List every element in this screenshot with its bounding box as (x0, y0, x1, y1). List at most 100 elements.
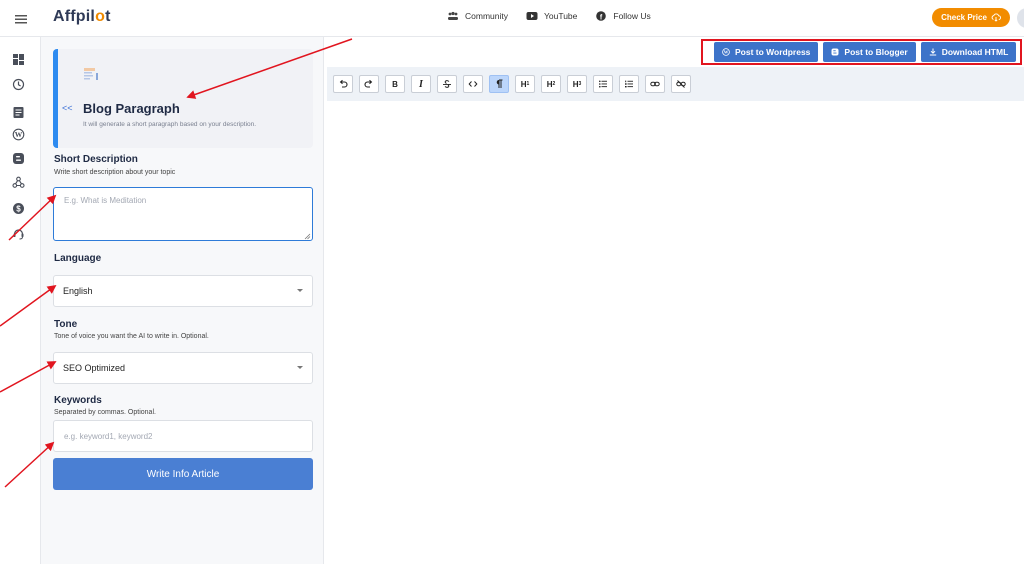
wordpress-icon: W (722, 48, 730, 56)
app-window: Affpilot Community YouTube f Follow Us C… (0, 0, 1024, 564)
nav-community[interactable]: Community (447, 11, 508, 21)
unlink-button[interactable] (671, 75, 691, 93)
facebook-icon: f (596, 11, 607, 21)
strikethrough-button[interactable] (437, 75, 457, 93)
post-to-wordpress-button[interactable]: W Post to Wordpress (714, 42, 819, 62)
document-icon (13, 106, 23, 118)
sidebar-item-support[interactable] (11, 226, 25, 240)
check-price-button[interactable]: Check Price (932, 8, 1010, 27)
cloud-download-icon (991, 13, 1001, 22)
app-logo[interactable]: Affpilot (53, 8, 111, 26)
dollar-icon: $ (12, 202, 24, 214)
heading-2-button[interactable]: H2 (541, 75, 561, 93)
sidebar-item-wordpress[interactable]: W (11, 127, 25, 141)
post-to-blogger-button[interactable]: Post to Blogger (823, 42, 916, 62)
keywords-input[interactable] (53, 420, 313, 452)
top-nav: Community YouTube f Follow Us (447, 11, 651, 21)
heading-3-level: 3 (578, 81, 582, 87)
language-select[interactable]: English (53, 275, 313, 307)
nav-follow-us-label: Follow Us (613, 11, 651, 21)
code-icon (468, 81, 478, 87)
editor-toolbar: B I H1 H2 H3 (327, 67, 1024, 101)
sidebar-item-webhooks[interactable] (11, 175, 25, 189)
download-icon (929, 48, 936, 56)
sidebar-item-blogger[interactable] (11, 151, 25, 165)
heading-2-level: 2 (552, 81, 556, 87)
tool-header-card: << Blog Paragraph It will generate a sho… (53, 49, 313, 148)
bullet-list-icon (599, 80, 607, 88)
bold-button[interactable]: B (385, 75, 405, 93)
tone-selected-value: SEO Optimized (63, 363, 126, 373)
redo-button[interactable] (359, 75, 379, 93)
chevron-down-icon (297, 366, 303, 369)
tool-title: Blog Paragraph (83, 101, 180, 116)
blogger-icon (12, 152, 24, 164)
unlink-icon (676, 80, 686, 88)
sidebar-item-dashboard[interactable] (11, 52, 25, 66)
resize-grip-icon[interactable] (304, 233, 311, 240)
check-price-label: Check Price (941, 13, 987, 22)
youtube-icon (526, 12, 538, 20)
tone-label: Tone (54, 319, 78, 330)
link-button[interactable] (645, 75, 665, 93)
user-avatar[interactable] (1017, 8, 1024, 28)
svg-text:W: W (724, 50, 729, 55)
top-bar: Affpilot Community YouTube f Follow Us C… (0, 0, 1024, 37)
paragraph-button[interactable] (489, 75, 509, 93)
undo-icon (339, 79, 348, 88)
language-selected-value: English (63, 286, 93, 296)
webhook-icon (11, 176, 25, 188)
blogger-icon (831, 48, 839, 56)
chevron-down-icon (297, 289, 303, 292)
dashboard-icon (12, 53, 24, 65)
bullet-list-button[interactable] (593, 75, 613, 93)
tool-subtitle: It will generate a short paragraph based… (83, 121, 257, 128)
keywords-label: Keywords (54, 395, 102, 406)
tone-select[interactable]: SEO Optimized (53, 352, 313, 384)
link-icon (650, 81, 660, 87)
history-icon (12, 78, 24, 90)
post-to-wordpress-label: Post to Wordpress (735, 47, 811, 57)
download-html-label: Download HTML (941, 47, 1009, 57)
heading-1-level: 1 (526, 81, 530, 87)
ordered-list-button[interactable] (619, 75, 639, 93)
download-html-button[interactable]: Download HTML (920, 42, 1017, 62)
nav-youtube[interactable]: YouTube (526, 11, 577, 21)
tone-help: Tone of voice you want the AI to write i… (54, 333, 209, 340)
heading-3-button[interactable]: H3 (567, 75, 587, 93)
language-label: Language (54, 253, 102, 264)
italic-label: I (419, 78, 423, 90)
code-button[interactable] (463, 75, 483, 93)
redo-icon (364, 79, 373, 88)
keywords-help: Separated by commas. Optional. (54, 409, 156, 416)
undo-button[interactable] (333, 75, 353, 93)
post-to-blogger-label: Post to Blogger (844, 47, 908, 57)
short-description-help: Write short description about your topic (54, 169, 176, 176)
collapse-panel-button[interactable]: << (62, 103, 73, 113)
menu-toggle-button[interactable] (0, 0, 41, 37)
sidebar-item-pricing[interactable]: $ (11, 201, 25, 215)
heading-1-button[interactable]: H1 (515, 75, 535, 93)
rich-text-editor: B I H1 H2 H3 (327, 67, 1024, 564)
italic-button[interactable]: I (411, 75, 431, 93)
blog-paragraph-icon (84, 68, 98, 80)
nav-community-label: Community (465, 11, 508, 21)
tool-card-accent (53, 49, 58, 148)
write-info-article-button[interactable]: Write Info Article (53, 458, 313, 490)
nav-youtube-label: YouTube (543, 11, 578, 21)
support-icon (13, 228, 23, 239)
pilcrow-icon (496, 79, 503, 88)
svg-text:W: W (14, 130, 22, 139)
svg-text:$: $ (16, 204, 21, 213)
sidebar-item-documents[interactable] (11, 105, 25, 119)
icon-sidebar: W $ (0, 37, 41, 564)
publish-actions: W Post to Wordpress Post to Blogger Down… (701, 39, 1022, 65)
wordpress-icon: W (12, 128, 24, 140)
editor-content-area[interactable] (327, 101, 1024, 564)
nav-follow-us[interactable]: f Follow Us (595, 11, 651, 21)
short-description-input[interactable] (53, 187, 313, 241)
sidebar-item-history[interactable] (11, 77, 25, 91)
strikethrough-icon (443, 80, 451, 88)
tool-form-panel: << Blog Paragraph It will generate a sho… (41, 37, 324, 564)
short-description-label: Short Description (54, 154, 138, 165)
